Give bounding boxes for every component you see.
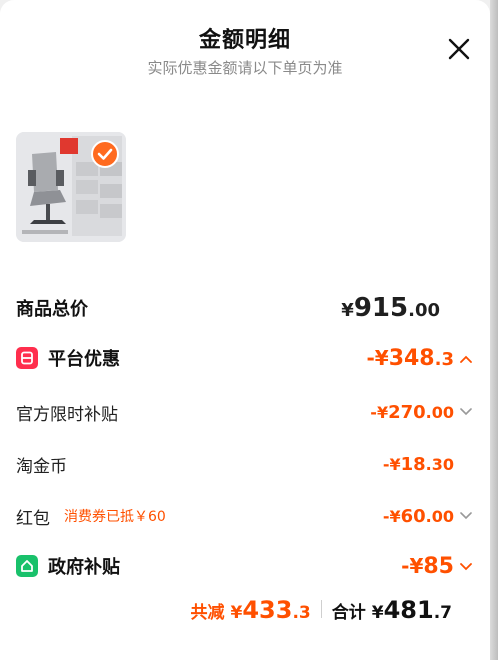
red-packet-int: 60 — [400, 505, 426, 527]
red-packet-dec: .00 — [425, 506, 454, 526]
saved-label: 共减 — [190, 603, 225, 623]
sheet-subtitle: 实际优惠金额请以下单页为准 — [147, 59, 343, 77]
row-platform-discount[interactable]: 平台优惠 -¥ 348 .3 — [16, 340, 476, 376]
saved-currency: ¥ — [230, 603, 243, 623]
taojinbi-prefix: -¥ — [382, 454, 401, 474]
row-red-packet[interactable]: 红包 消费券已抵￥60 -¥ 60 .00 — [16, 498, 476, 534]
red-packet-hint: 消费券已抵￥60 — [64, 509, 166, 525]
red-packet-label: 红包 — [16, 508, 50, 529]
saved-dec: .3 — [292, 603, 311, 623]
saved-int: 433 — [242, 596, 293, 624]
row-total-price: 商品总价 ¥ 915 .00 — [16, 290, 476, 326]
red-packet-prefix: -¥ — [382, 506, 401, 526]
total-int: 481 — [383, 596, 434, 624]
total-price-int: 915 — [353, 293, 409, 323]
government-subsidy-int: 85 — [423, 553, 454, 579]
summary-divider — [320, 600, 322, 618]
chevron-down-icon[interactable] — [460, 511, 472, 520]
government-subsidy-label: 政府补贴 — [48, 557, 120, 578]
total-price-currency: ¥ — [341, 300, 354, 321]
taojinbi-int: 18 — [400, 453, 426, 475]
chevron-down-icon[interactable] — [460, 407, 472, 416]
selected-check-icon[interactable] — [91, 140, 119, 168]
background-edge — [490, 0, 498, 660]
row-taojinbi: 淘金币 -¥ 18 .30 — [16, 446, 476, 482]
taojinbi-dec: .30 — [425, 454, 454, 474]
total-dec: .7 — [433, 603, 452, 623]
platform-discount-int: 348 — [388, 345, 435, 371]
total-price-amount: ¥ 915 .00 — [341, 293, 440, 323]
chevron-up-icon[interactable] — [460, 355, 472, 363]
chevron-down-icon[interactable] — [460, 562, 472, 571]
amount-detail-sheet: 金额明细 实际优惠金额请以下单页为准 商品总价 ¥ 915 .00 平台优惠 -… — [0, 0, 490, 660]
official-subsidy-dec: .00 — [425, 402, 454, 422]
row-government-subsidy[interactable]: 政府补贴 -¥ 85 — [16, 548, 476, 584]
official-subsidy-amount: -¥ 270 .00 — [370, 402, 472, 423]
total-label: 合计 — [331, 603, 366, 623]
taojinbi-label: 淘金币 — [16, 456, 67, 477]
official-subsidy-int: 270 — [388, 401, 426, 423]
government-subsidy-amount: -¥ 85 — [401, 554, 472, 579]
total-currency: ¥ — [371, 603, 384, 623]
close-icon[interactable] — [446, 36, 472, 62]
sheet-title: 金额明细 — [198, 28, 291, 53]
government-subsidy-icon — [16, 555, 38, 577]
government-subsidy-prefix: -¥ — [401, 553, 424, 578]
official-subsidy-label: 官方限时补贴 — [16, 404, 118, 425]
taojinbi-amount: -¥ 18 .30 — [383, 454, 454, 475]
platform-coupon-icon — [16, 347, 38, 369]
total-price-dec: .00 — [408, 300, 440, 321]
platform-discount-prefix: -¥ — [366, 345, 389, 370]
summary-bar: 共减 ¥ 433 .3 合计 ¥ 481 .7 — [0, 596, 490, 644]
platform-discount-amount: -¥ 348 .3 — [366, 346, 472, 371]
platform-discount-dec: .3 — [434, 348, 454, 370]
platform-discount-label: 平台优惠 — [48, 349, 120, 370]
official-subsidy-prefix: -¥ — [370, 402, 389, 422]
total-price-label: 商品总价 — [16, 299, 88, 320]
row-official-subsidy[interactable]: 官方限时补贴 -¥ 270 .00 — [16, 394, 476, 430]
red-packet-amount: -¥ 60 .00 — [383, 506, 472, 527]
